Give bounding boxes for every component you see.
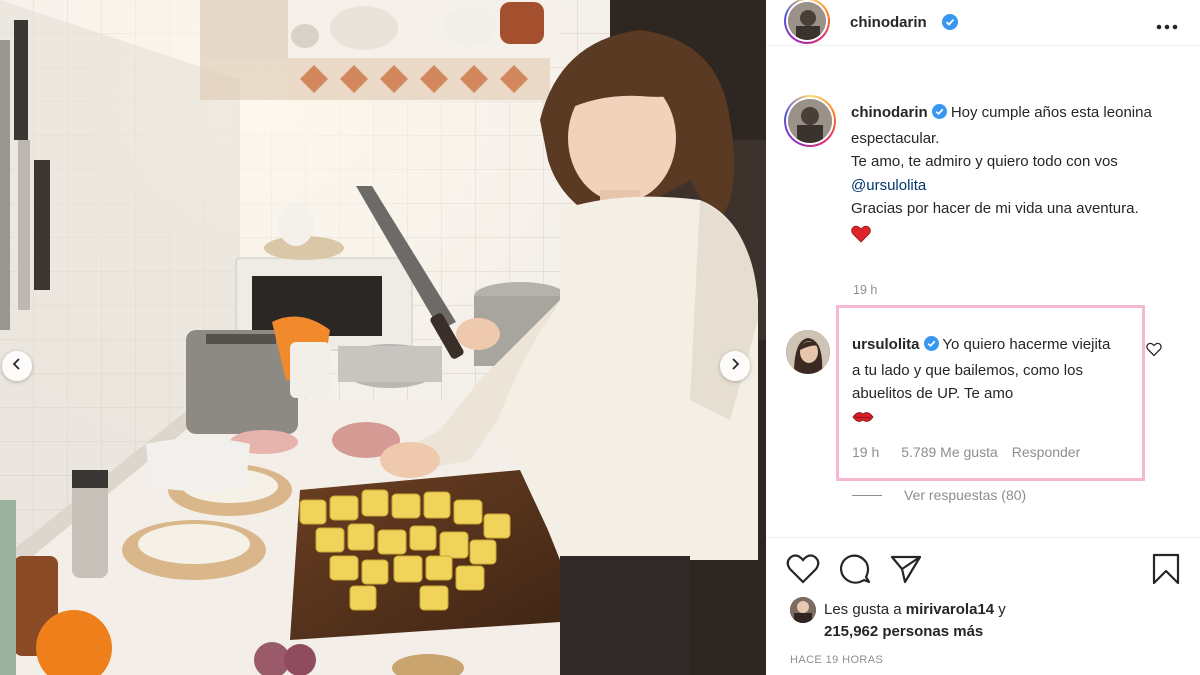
post-time-ago: HACE 19 HORAS xyxy=(790,654,884,666)
comment-icon[interactable] xyxy=(839,553,871,590)
kitchen-photo xyxy=(0,0,766,675)
caption-mention-link[interactable]: @ursulolita xyxy=(851,177,926,194)
caption-line-two: Te amo, te admiro y quiero todo con vos xyxy=(851,153,1118,170)
caption-line-three: Gracias por hacer de mi vida una aventur… xyxy=(851,200,1139,217)
bookmark-icon[interactable] xyxy=(1152,553,1180,590)
comment-meta: 19 h 5.789 Me gusta Responder xyxy=(852,444,1080,460)
likes-first-user[interactable]: mirivarola14 xyxy=(906,601,994,618)
verified-badge-icon xyxy=(931,103,947,127)
likes-prefix: Les gusta a xyxy=(824,601,902,618)
comment-reply-button[interactable]: Responder xyxy=(1012,444,1081,460)
likes-others-count[interactable]: 215,962 personas más xyxy=(824,623,983,640)
author-avatar[interactable] xyxy=(784,0,830,44)
verified-badge-icon xyxy=(942,14,958,35)
previous-photo-button[interactable] xyxy=(2,351,32,381)
caption-author-avatar[interactable] xyxy=(784,95,836,147)
kiss-emoji-icon xyxy=(852,409,1117,433)
commenter-username[interactable]: ursulolita xyxy=(852,336,920,353)
more-options-icon[interactable] xyxy=(1156,10,1178,36)
post-photo xyxy=(0,0,766,675)
comment-likes-count[interactable]: 5.789 Me gusta xyxy=(901,444,998,460)
post-header: chinodarin xyxy=(766,0,1200,46)
author-username[interactable]: chinodarin xyxy=(850,14,927,31)
view-replies-button[interactable]: Ver respuestas (80) xyxy=(852,487,1026,503)
chevron-left-icon xyxy=(11,357,23,375)
heart-icon[interactable] xyxy=(786,553,820,590)
chevron-right-icon xyxy=(729,357,741,375)
replies-divider xyxy=(852,494,882,496)
commenter-avatar[interactable] xyxy=(786,330,830,374)
likes-connector: y xyxy=(998,601,1006,618)
caption-timestamp: 19 h xyxy=(853,283,878,297)
comment-timestamp: 19 h xyxy=(852,444,880,460)
caption-text: chinodarin Hoy cumple años esta leonina … xyxy=(851,101,1171,250)
actions-divider xyxy=(766,537,1200,538)
red-heart-emoji-icon xyxy=(851,225,1171,251)
comment-text: ursulolita Yo quiero hacerme viejita a t… xyxy=(852,333,1117,432)
likes-text: Les gusta a mirivarola14 y 215,962 perso… xyxy=(824,599,1200,643)
next-photo-button[interactable] xyxy=(720,351,750,381)
caption-username[interactable]: chinodarin xyxy=(851,104,928,121)
liker-avatar[interactable] xyxy=(790,597,816,623)
view-replies-label: Ver respuestas (80) xyxy=(904,487,1027,503)
share-icon[interactable] xyxy=(890,553,922,590)
verified-badge-icon xyxy=(923,335,939,359)
comment-like-heart-icon[interactable] xyxy=(1146,342,1162,362)
